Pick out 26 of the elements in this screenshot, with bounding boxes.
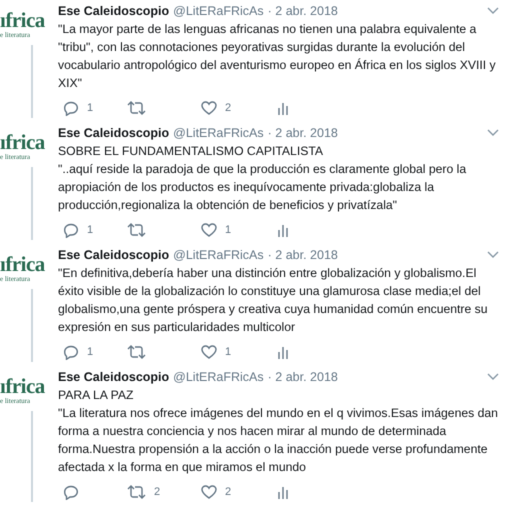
tweet-date[interactable]: · 2 abr. 2018 bbox=[268, 368, 338, 386]
tweet-date[interactable]: · 2 abr. 2018 bbox=[268, 2, 338, 20]
reply-count: 1 bbox=[87, 224, 94, 236]
retweet-count: 2 bbox=[154, 486, 160, 498]
tweet-text: "La literatura nos ofrece imágenes del mundo en el q vivimos.Esas imágenes dan forma a nuestra conciencia y nos hacen mirar al mundo de determinada forma.Nuestra propensión a la acción o la inacción puede verse profundamente afectada x la forma en que miramos el mundo bbox=[58, 405, 499, 476]
author-handle[interactable]: @LitERaFRicAs bbox=[173, 368, 264, 386]
like-count: 1 bbox=[225, 346, 232, 358]
reply-count: 1 bbox=[87, 102, 94, 114]
author-handle[interactable]: @LitERaFRicAs bbox=[173, 124, 264, 142]
author-name[interactable]: Ese Caleidoscopio bbox=[58, 368, 170, 386]
author-name[interactable]: Ese Caleidoscopio bbox=[58, 2, 170, 20]
tweet-text: SOBRE EL FUNDAMENTALISMO CAPITALISTA bbox=[58, 143, 324, 160]
tweet-text: PARA LA PAZ bbox=[58, 387, 134, 404]
tweet-text: "En definitiva,debería haber una distinción entre globalización y globalismo.El éxito visible de la globalización lo constituye una glamurosa clase media;el del globalismo,una gente próspera y creativa cuya humanidad común encuentre su expresión en sus particularidades multicolor bbox=[58, 265, 489, 336]
tweet-text: "..aquí reside la paradoja de que la producción es claramente global pero la apropiación de los productos es inequívocamente privada:globaliza la producción,regionaliza la obtención de beneficios y privatízala" bbox=[58, 161, 468, 214]
tweet-date[interactable]: · 2 abr. 2018 bbox=[268, 246, 338, 264]
author-name[interactable]: Ese Caleidoscopio bbox=[58, 246, 170, 264]
like-count: 2 bbox=[225, 102, 232, 114]
reply-count: 1 bbox=[87, 346, 94, 358]
tweet-text: "La mayor parte de las lenguas africanas no tienen una palabra equivalente a "tribu", con las connotaciones peyorativas surgidas durante la evolución del vocabulario antropológico del aventurismo europeo en África en los siglos XVIII y XIX" bbox=[58, 21, 497, 92]
like-count: 1 bbox=[225, 224, 232, 236]
like-count: 2 bbox=[225, 486, 232, 498]
author-handle[interactable]: @LitERaFRicAs bbox=[173, 246, 264, 264]
author-name[interactable]: Ese Caleidoscopio bbox=[58, 124, 170, 142]
author-handle[interactable]: @LitERaFRicAs bbox=[173, 2, 264, 20]
tweet-date[interactable]: · 2 abr. 2018 bbox=[268, 124, 338, 142]
